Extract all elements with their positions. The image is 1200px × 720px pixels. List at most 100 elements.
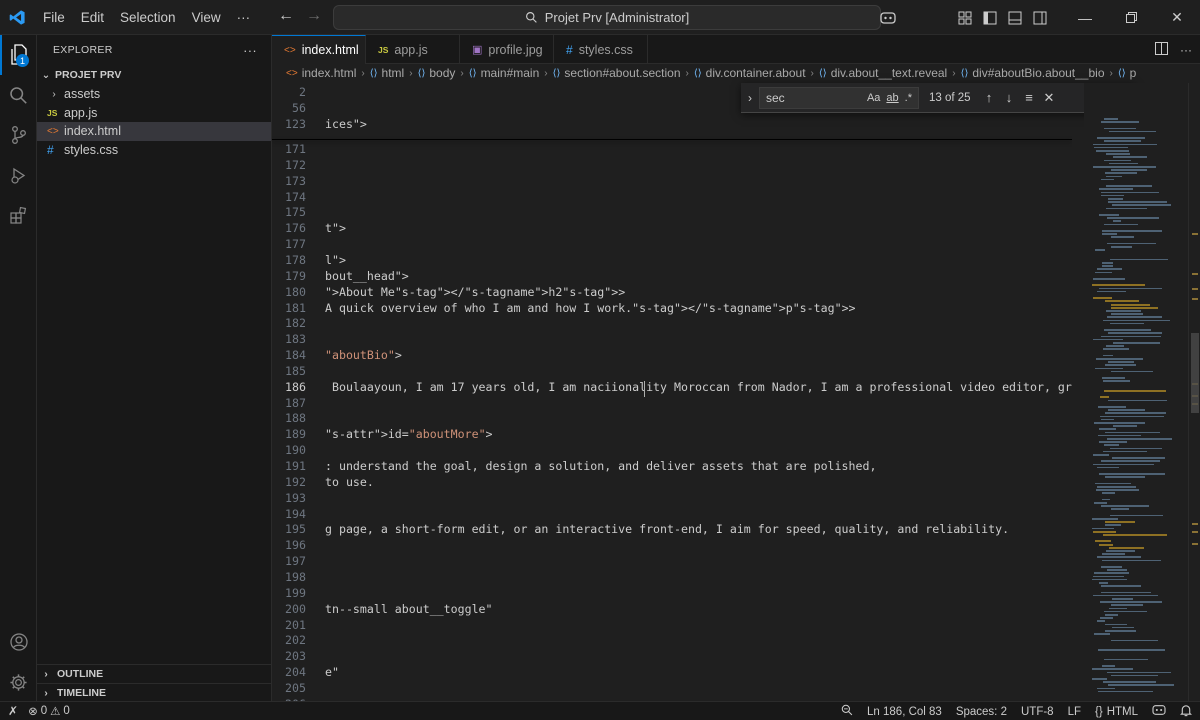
toggle-primary-sidebar-icon[interactable] <box>977 0 1002 35</box>
code-line[interactable]: 201 <box>272 617 1072 633</box>
match-case-toggle[interactable]: Aa <box>867 92 880 104</box>
match-whole-word-toggle[interactable]: ab <box>886 92 898 104</box>
code-line[interactable]: 178 l"> <box>272 252 1072 268</box>
code-line[interactable]: 177 <box>272 236 1072 252</box>
code-line[interactable]: 185 <box>272 363 1072 379</box>
workspace-folder[interactable]: ⌄ PROJET PRV <box>37 65 271 85</box>
code-line[interactable]: 181 A quick overview of who I am and how … <box>272 300 1072 316</box>
extensions-icon[interactable] <box>0 195 37 235</box>
menu-view[interactable]: View <box>184 0 229 35</box>
use-regex-toggle[interactable]: .* <box>905 92 912 104</box>
customize-layout-icon[interactable] <box>952 0 977 35</box>
toggle-replace-chevron-icon[interactable]: › <box>741 91 759 105</box>
run-debug-icon[interactable] <box>0 155 37 195</box>
zoom-icon[interactable] <box>841 704 853 719</box>
tab-index-html[interactable]: <> index.html <box>272 35 366 64</box>
breadcrumb-item[interactable]: ⟨⟩ main#main <box>469 66 540 80</box>
find-in-selection-icon[interactable]: ≡ <box>1019 90 1039 105</box>
code-line[interactable]: 179 bout__head"> <box>272 268 1072 284</box>
toggle-secondary-sidebar-icon[interactable] <box>1027 0 1052 35</box>
tree-item-index-html[interactable]: <> index.html <box>37 122 271 141</box>
menu-edit[interactable]: Edit <box>73 0 112 35</box>
code-line[interactable]: 194 <box>272 506 1072 522</box>
close-find-icon[interactable]: ✕ <box>1039 90 1059 106</box>
breadcrumb-item[interactable]: ⟨⟩ div.about__text.reveal <box>819 66 947 80</box>
code-line[interactable]: 203 <box>272 648 1072 664</box>
code-line[interactable]: 183 <box>272 331 1072 347</box>
breadcrumb-item[interactable]: ⟨⟩ section#about.section <box>553 66 681 80</box>
indentation[interactable]: Spaces: 2 <box>956 706 1007 718</box>
code-line[interactable]: 184 "aboutBio"> <box>272 347 1072 363</box>
code-line[interactable]: 176 t"> <box>272 220 1072 236</box>
code-line[interactable]: 198 <box>272 569 1072 585</box>
search-icon[interactable] <box>0 75 37 115</box>
breadcrumb-item[interactable]: ⟨⟩ p <box>1118 66 1137 80</box>
code-line[interactable]: 123 ices"> <box>272 116 1072 132</box>
code-line[interactable]: 171 <box>272 141 1072 157</box>
tab-styles-css[interactable]: # styles.css <box>554 35 648 64</box>
tree-item-app-js[interactable]: JS app.js <box>37 104 271 123</box>
scrollbar-thumb[interactable] <box>1191 333 1199 413</box>
code-line[interactable]: 199 <box>272 585 1072 601</box>
tree-item-assets[interactable]: › assets <box>37 85 271 104</box>
settings-gear-icon[interactable] <box>0 662 37 702</box>
code-line[interactable]: 200 tn--small about__toggle" <box>272 601 1072 617</box>
code-line[interactable]: 186 Boulaayoun, I am 17 years old, I am … <box>272 379 1072 395</box>
code-line[interactable]: 175 <box>272 204 1072 220</box>
minimize-button[interactable]: — <box>1062 0 1108 35</box>
code-editor[interactable]: 2 56 123 ices"> 171 172 173 174 175 176 t"> 177 178… <box>272 83 1072 701</box>
breadcrumb-item[interactable]: <> index.html <box>286 66 356 80</box>
command-center[interactable]: Projet Prv [Administrator] <box>333 5 881 30</box>
copilot-icon[interactable] <box>875 0 900 35</box>
code-line[interactable]: 202 <box>272 632 1072 648</box>
problems-indicator[interactable]: ⊗ 0 ⚠ 0 <box>28 704 70 718</box>
copilot-status-icon[interactable] <box>1152 704 1166 719</box>
code-line[interactable]: 180 ">About Me"s-tag"></"s-tagname">h2"s-… <box>272 284 1072 300</box>
breadcrumb-item[interactable]: ⟨⟩ body <box>418 66 456 80</box>
breadcrumb-item[interactable]: ⟨⟩ div#aboutBio.about__bio <box>961 66 1105 80</box>
explorer-more-icon[interactable]: ··· <box>243 43 257 58</box>
code-line[interactable]: 195 g page, a short-form edit, or an inte… <box>272 521 1072 537</box>
code-line[interactable]: 174 <box>272 189 1072 205</box>
code-line[interactable]: 193 <box>272 490 1072 506</box>
end-of-line[interactable]: LF <box>1068 706 1081 718</box>
timeline-section[interactable]: › TIMELINE <box>37 683 272 702</box>
editor-more-icon[interactable]: ··· <box>1180 43 1192 57</box>
source-control-icon[interactable] <box>0 115 37 155</box>
code-line[interactable]: 204 e" <box>272 664 1072 680</box>
tab-app-js[interactable]: JS app.js <box>366 35 460 64</box>
breadcrumb-item[interactable]: ⟨⟩ html <box>370 66 404 80</box>
code-line[interactable]: 187 <box>272 395 1072 411</box>
encoding[interactable]: UTF-8 <box>1021 706 1054 718</box>
minimap[interactable] <box>1084 83 1188 701</box>
code-line[interactable]: 205 <box>272 680 1072 696</box>
code-line[interactable]: 189 "s-attr">id="aboutMore"> <box>272 426 1072 442</box>
find-input[interactable]: sec Aa ab .* <box>759 86 919 109</box>
forward-arrow-icon[interactable]: → <box>306 7 322 25</box>
vertical-scrollbar[interactable] <box>1188 83 1200 701</box>
code-line[interactable]: 192 to use. <box>272 474 1072 490</box>
code-line[interactable]: 188 <box>272 410 1072 426</box>
code-line[interactable]: 182 <box>272 315 1072 331</box>
code-line[interactable]: 197 <box>272 553 1072 569</box>
menu-selection[interactable]: Selection <box>112 0 184 35</box>
accounts-icon[interactable] <box>0 622 37 662</box>
code-line[interactable]: 173 <box>272 173 1072 189</box>
close-button[interactable]: ✕ <box>1154 0 1200 35</box>
next-match-arrow-icon[interactable]: ↓ <box>999 90 1019 105</box>
code-line[interactable]: 196 <box>272 537 1072 553</box>
back-arrow-icon[interactable]: ← <box>278 7 294 25</box>
menu-file[interactable]: File <box>35 0 73 35</box>
language-mode[interactable]: {} HTML <box>1095 706 1138 718</box>
outline-section[interactable]: › OUTLINE <box>37 664 272 683</box>
remote-indicator-icon[interactable]: ✗ <box>8 704 18 718</box>
code-line[interactable]: 191: understand the goal, design a solut… <box>272 458 1072 474</box>
toggle-panel-icon[interactable] <box>1002 0 1027 35</box>
code-line[interactable]: 190 <box>272 442 1072 458</box>
tree-item-styles-css[interactable]: # styles.css <box>37 141 271 160</box>
breadcrumb-item[interactable]: ⟨⟩ div.container.about <box>694 66 806 80</box>
previous-match-arrow-icon[interactable]: ↑ <box>979 90 999 105</box>
code-line[interactable]: 172 <box>272 157 1072 173</box>
cursor-position[interactable]: Ln 186, Col 83 <box>867 706 942 718</box>
menu-more[interactable]: ··· <box>229 0 259 35</box>
